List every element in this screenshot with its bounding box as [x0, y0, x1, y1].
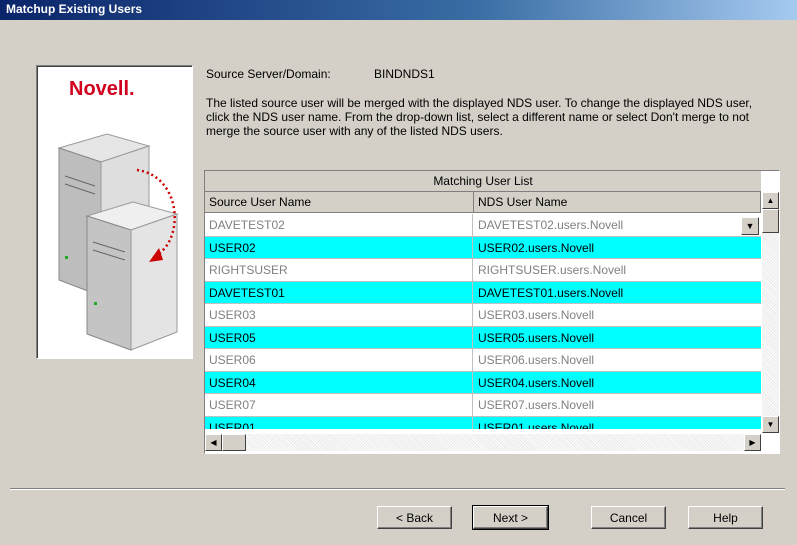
- table-row[interactable]: DAVETEST01 DAVETEST01.users.Novell: [205, 281, 761, 304]
- back-button[interactable]: < Back: [377, 506, 452, 529]
- table-row[interactable]: USER02 USER02.users.Novell: [205, 236, 761, 259]
- source-user-cell: USER06: [205, 349, 473, 371]
- help-button[interactable]: Help: [688, 506, 763, 529]
- nds-user-cell[interactable]: DAVETEST01.users.Novell: [474, 282, 761, 304]
- window-title: Matchup Existing Users: [6, 2, 143, 16]
- nds-user-cell[interactable]: USER07.users.Novell: [474, 394, 761, 416]
- source-server-label: Source Server/Domain:: [206, 67, 331, 81]
- nds-user-cell[interactable]: USER04.users.Novell: [474, 372, 761, 394]
- source-user-cell: DAVETEST02: [205, 214, 473, 236]
- table-row[interactable]: RIGHTSUSER RIGHTSUSER.users.Novell: [205, 259, 761, 282]
- scroll-down-arrow-icon[interactable]: ▼: [762, 416, 779, 433]
- table-row[interactable]: USER04 USER04.users.Novell: [205, 371, 761, 394]
- table-row[interactable]: USER06 USER06.users.Novell: [205, 349, 761, 372]
- source-user-cell: RIGHTSUSER: [205, 259, 473, 281]
- vertical-scroll-thumb[interactable]: [762, 209, 779, 233]
- dropdown-arrow-icon[interactable]: ▼: [741, 217, 759, 235]
- source-user-cell: USER01: [205, 416, 473, 429]
- list-caption: Matching User List: [205, 171, 761, 192]
- list-rows: DAVETEST02 DAVETEST02.users.Novell ▼ USE…: [205, 214, 761, 429]
- nds-user-cell[interactable]: USER03.users.Novell: [474, 304, 761, 326]
- scroll-up-arrow-icon[interactable]: ▲: [762, 192, 779, 209]
- source-user-cell: USER07: [205, 394, 473, 416]
- table-row[interactable]: USER01 USER01.users.Novell: [205, 416, 761, 430]
- logo-panel: Novell.: [36, 65, 193, 359]
- title-bar: Matchup Existing Users: [0, 0, 797, 20]
- table-row[interactable]: USER05 USER05.users.Novell: [205, 326, 761, 349]
- scroll-right-arrow-icon[interactable]: ▶: [744, 434, 761, 451]
- source-server-value: BINDNDS1: [374, 67, 435, 81]
- nds-user-dropdown[interactable]: DAVETEST02.users.Novell: [474, 214, 761, 236]
- table-row[interactable]: USER07 USER07.users.Novell: [205, 394, 761, 417]
- next-button[interactable]: Next >: [472, 505, 549, 530]
- nds-user-cell[interactable]: USER01.users.Novell: [474, 417, 761, 430]
- source-user-cell: DAVETEST01: [205, 281, 473, 303]
- servers-illustration: [57, 133, 179, 351]
- column-header-nds[interactable]: NDS User Name: [474, 192, 761, 213]
- horizontal-scrollbar[interactable]: ◀ ▶: [205, 434, 761, 451]
- cancel-button[interactable]: Cancel: [591, 506, 666, 529]
- vertical-scrollbar[interactable]: ▲ ▼: [762, 192, 779, 433]
- scroll-left-arrow-icon[interactable]: ◀: [205, 434, 222, 451]
- table-row[interactable]: USER03 USER03.users.Novell: [205, 304, 761, 327]
- nds-user-cell[interactable]: USER06.users.Novell: [474, 349, 761, 371]
- horizontal-scroll-thumb[interactable]: [222, 434, 246, 451]
- nds-user-cell[interactable]: USER02.users.Novell: [474, 237, 761, 259]
- source-user-cell: USER04: [205, 371, 473, 393]
- source-user-cell: USER03: [205, 304, 473, 326]
- source-user-cell: USER02: [205, 236, 473, 258]
- separator-line: [10, 488, 785, 490]
- column-header-source[interactable]: Source User Name: [205, 192, 474, 213]
- table-row[interactable]: DAVETEST02 DAVETEST02.users.Novell ▼: [205, 214, 761, 237]
- instructions-text: The listed source user will be merged wi…: [206, 96, 753, 138]
- matching-user-list[interactable]: Matching User List Source User Name NDS …: [204, 170, 780, 454]
- nds-user-cell[interactable]: RIGHTSUSER.users.Novell: [474, 259, 761, 281]
- source-user-cell: USER05: [205, 326, 473, 348]
- nds-user-cell[interactable]: USER05.users.Novell: [474, 327, 761, 349]
